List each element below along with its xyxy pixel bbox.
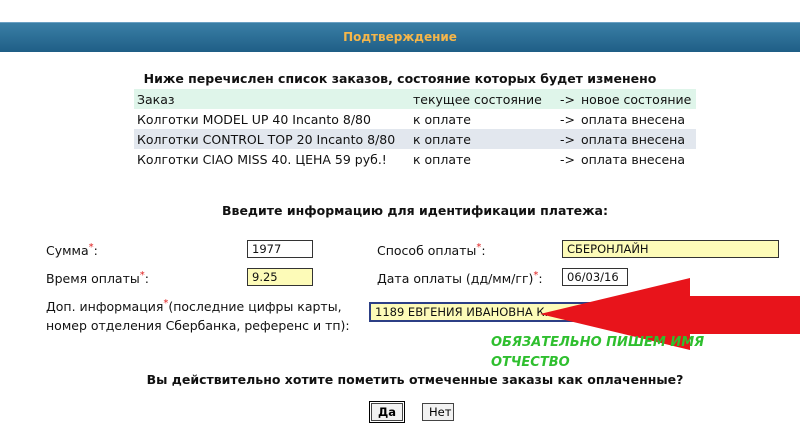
page-title: Подтверждение (343, 30, 457, 44)
header-bar: Подтверждение (0, 22, 800, 52)
table-row: Колготки MODEL UP 40 Incanto 8/80 к опла… (134, 109, 696, 129)
order-arrow: -> (560, 111, 575, 127)
payment-date-label-text: Дата оплаты (дд/мм/гг) (377, 271, 534, 286)
required-mark: * (139, 270, 145, 281)
annotation-line2: ОТЧЕСТВО (491, 355, 570, 370)
payment-time-label: Время оплаты*: (46, 270, 149, 286)
order-new-state: оплата внесена (581, 131, 686, 147)
payment-method-label-suffix: : (481, 243, 486, 258)
payment-time-input[interactable]: 9.25 (247, 268, 313, 286)
order-arrow: -> (560, 151, 575, 167)
no-button[interactable]: Нет (422, 403, 454, 421)
payment-method-input[interactable]: СБЕРОНЛАЙН (562, 240, 779, 258)
payment-method-label-text: Способ оплаты (377, 243, 477, 258)
amount-label: Сумма*: (46, 242, 98, 258)
orders-table: Заказ текущее состояние -> новое состоян… (134, 89, 696, 169)
column-header-order: Заказ (137, 91, 175, 107)
required-mark: * (476, 242, 482, 253)
required-mark: * (533, 270, 539, 281)
order-name: Колготки MODEL UP 40 Incanto 8/80 (137, 111, 371, 127)
column-header-arrow: -> (560, 91, 575, 107)
table-row: Колготки CIAO MISS 40. ЦЕНА 59 руб.! к о… (134, 149, 696, 169)
amount-input[interactable]: 1977 (247, 240, 313, 258)
top-strip (0, 0, 800, 22)
extra-info-label: Доп. информация*(последние цифры карты, … (46, 298, 350, 334)
amount-label-text: Сумма (46, 243, 89, 258)
required-mark: * (163, 298, 169, 309)
extra-info-label-rest: (последние цифры карты, (168, 299, 342, 314)
payment-method-label: Способ оплаты*: (377, 242, 486, 258)
column-header-new-state: новое состояние (581, 91, 692, 107)
required-mark: * (88, 242, 94, 253)
yes-button[interactable]: Да (369, 401, 405, 423)
order-current-state: к оплате (413, 111, 471, 127)
extra-info-label-text: Доп. информация (46, 299, 164, 314)
order-new-state: оплата внесена (581, 151, 686, 167)
amount-label-suffix: : (93, 243, 98, 258)
order-current-state: к оплате (413, 131, 471, 147)
order-current-state: к оплате (413, 151, 471, 167)
orders-header-row: Заказ текущее состояние -> новое состоян… (134, 89, 696, 109)
order-arrow: -> (560, 131, 575, 147)
column-header-current-state: текущее состояние (413, 91, 542, 107)
order-name: Колготки CONTROL TOP 20 Incanto 8/80 (137, 131, 396, 147)
annotation-note: ОБЯЗАТЕЛЬНО ПИШЕМ ИМЯ ОТЧЕСТВО (491, 333, 771, 373)
confirm-question: Вы действительно хотите пометить отмечен… (146, 372, 684, 387)
extra-info-label-line2: номер отделения Сбербанка, референс и тп… (46, 318, 350, 333)
orders-heading: Ниже перечислен список заказов, состояни… (143, 71, 657, 86)
payment-time-label-suffix: : (144, 271, 149, 286)
annotation-line1: ОБЯЗАТЕЛЬНО ПИШЕМ ИМЯ (491, 335, 705, 350)
table-row: Колготки CONTROL TOP 20 Incanto 8/80 к о… (134, 129, 696, 149)
payment-time-label-text: Время оплаты (46, 271, 140, 286)
order-new-state: оплата внесена (581, 111, 686, 127)
payment-heading: Введите информацию для идентификации пла… (222, 203, 608, 218)
order-name: Колготки CIAO MISS 40. ЦЕНА 59 руб.! (137, 151, 387, 167)
payment-date-label: Дата оплаты (дд/мм/гг)*: (377, 270, 543, 286)
